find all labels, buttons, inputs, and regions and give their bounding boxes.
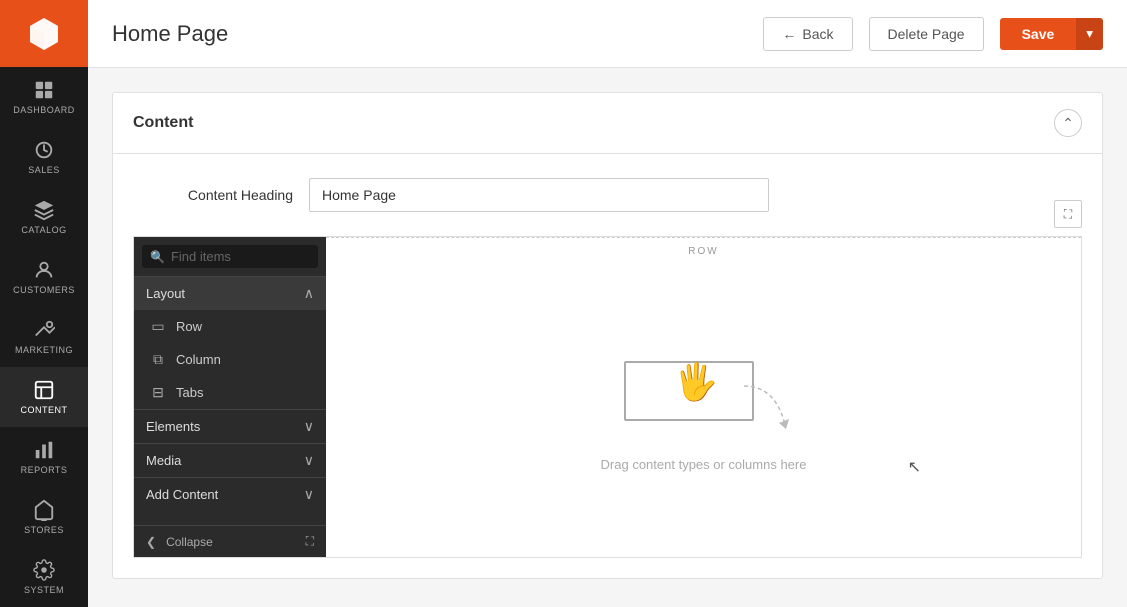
panel-item-row-label: Row <box>176 319 202 334</box>
content-heading-input[interactable] <box>309 178 769 212</box>
sidebar-item-stores[interactable]: STORES <box>0 487 88 547</box>
hand-icon: 🖐 <box>674 361 719 403</box>
layout-chevron-up-icon: ∧ <box>304 285 314 302</box>
builder-container: 🔍 Layout ∧ ▭ Row <box>133 236 1082 558</box>
drop-zone-text: Drag content types or columns here <box>601 457 807 472</box>
add-content-chevron-down-icon: ∨ <box>304 486 314 503</box>
panel-item-column[interactable]: ⧉ Column <box>134 343 326 376</box>
fullscreen-button[interactable]: ⛶ <box>1054 200 1082 228</box>
panel-item-column-label: Column <box>176 352 221 367</box>
drag-arrow-icon <box>734 381 794 431</box>
panel-item-row[interactable]: ▭ Row <box>134 310 326 343</box>
column-icon: ⧉ <box>150 351 166 368</box>
save-button[interactable]: Save <box>1000 18 1077 50</box>
content-heading-label: Content Heading <box>133 187 293 203</box>
sidebar: DASHBOARD SALES CATALOG CUSTOMERS MARKET… <box>0 0 88 607</box>
sidebar-item-sales-label: SALES <box>28 165 60 175</box>
sidebar-item-dashboard-label: DASHBOARD <box>13 105 75 115</box>
sidebar-item-stores-label: STORES <box>24 525 64 535</box>
content-section-header: Content ⌃ <box>113 93 1102 154</box>
page-builder-area: ⛶ 🔍 Layout <box>113 236 1102 578</box>
expand-icon: ⛶ <box>306 534 314 549</box>
sidebar-item-customers[interactable]: CUSTOMERS <box>0 247 88 307</box>
panel-item-tabs-label: Tabs <box>176 385 203 400</box>
collapse-label: Collapse <box>166 535 213 549</box>
page-title: Home Page <box>112 21 747 47</box>
back-button[interactable]: ← Back <box>763 17 852 51</box>
sidebar-item-system[interactable]: SYSTEM <box>0 547 88 607</box>
sidebar-item-content[interactable]: CONTENT <box>0 367 88 427</box>
panel-search-inner: 🔍 <box>142 245 318 268</box>
collapse-section-button[interactable]: ⌃ <box>1054 109 1082 137</box>
elements-chevron-down-icon: ∨ <box>304 418 314 435</box>
media-section-label: Media <box>146 453 181 468</box>
content-panel: 🔍 Layout ∧ ▭ Row <box>134 237 326 557</box>
media-section-header[interactable]: Media ∨ <box>134 443 326 477</box>
sidebar-item-reports-label: REPORTS <box>21 465 68 475</box>
panel-search-input[interactable] <box>171 249 310 264</box>
media-chevron-down-icon: ∨ <box>304 452 314 469</box>
sidebar-item-sales[interactable]: SALES <box>0 127 88 187</box>
panel-item-tabs[interactable]: ⊟ Tabs <box>134 376 326 409</box>
fullscreen-icon: ⛶ <box>1064 207 1072 222</box>
content-section: Content ⌃ Content Heading ⛶ <box>112 92 1103 579</box>
save-group: Save ▾ <box>1000 18 1103 50</box>
cursor-indicator: ↖ <box>908 457 921 477</box>
sidebar-logo <box>0 0 88 67</box>
sidebar-item-catalog[interactable]: CATALOG <box>0 187 88 247</box>
back-arrow-icon: ← <box>782 26 796 42</box>
layout-section-label: Layout <box>146 286 185 301</box>
elements-section-label: Elements <box>146 419 200 434</box>
row-label: ROW <box>326 237 1081 261</box>
sidebar-item-reports[interactable]: REPORTS <box>0 427 88 487</box>
page-header: Home Page ← Back Delete Page Save ▾ <box>88 0 1127 68</box>
sidebar-item-marketing-label: MARKETING <box>15 345 73 355</box>
content-area: Content ⌃ Content Heading ⛶ <box>88 68 1127 607</box>
sidebar-item-dashboard[interactable]: DASHBOARD <box>0 67 88 127</box>
back-button-label: Back <box>802 26 833 42</box>
sidebar-item-customers-label: CUSTOMERS <box>13 285 75 295</box>
sidebar-item-catalog-label: CATALOG <box>21 225 66 235</box>
drop-zone: 🖐 Drag content types or columns here <box>326 261 1081 551</box>
add-content-section-label: Add Content <box>146 487 218 502</box>
add-content-section-header[interactable]: Add Content ∨ <box>134 477 326 511</box>
search-icon: 🔍 <box>150 250 165 264</box>
canvas[interactable]: ROW 🖐 Drag content types or columns h <box>326 237 1081 557</box>
panel-footer[interactable]: ❮ Collapse ⛶ <box>134 525 326 557</box>
layout-section-header[interactable]: Layout ∧ <box>134 277 326 310</box>
content-section-title: Content <box>133 114 193 132</box>
chevron-up-icon: ⌃ <box>1062 115 1074 132</box>
content-heading-row: Content Heading <box>113 154 1102 236</box>
drop-zone-visual: 🖐 <box>614 341 794 441</box>
row-icon: ▭ <box>150 318 166 335</box>
sidebar-item-content-label: CONTENT <box>21 405 68 415</box>
chevron-left-icon: ❮ <box>146 535 156 549</box>
sidebar-item-marketing[interactable]: MARKETING <box>0 307 88 367</box>
elements-section-header[interactable]: Elements ∨ <box>134 409 326 443</box>
main-content: Home Page ← Back Delete Page Save ▾ Cont… <box>88 0 1127 607</box>
panel-search-area: 🔍 <box>134 237 326 277</box>
sidebar-item-system-label: SYSTEM <box>24 585 64 595</box>
tabs-icon: ⊟ <box>150 384 166 401</box>
delete-page-button[interactable]: Delete Page <box>869 17 984 51</box>
save-dropdown-button[interactable]: ▾ <box>1076 18 1103 50</box>
chevron-down-icon: ▾ <box>1086 26 1093 42</box>
